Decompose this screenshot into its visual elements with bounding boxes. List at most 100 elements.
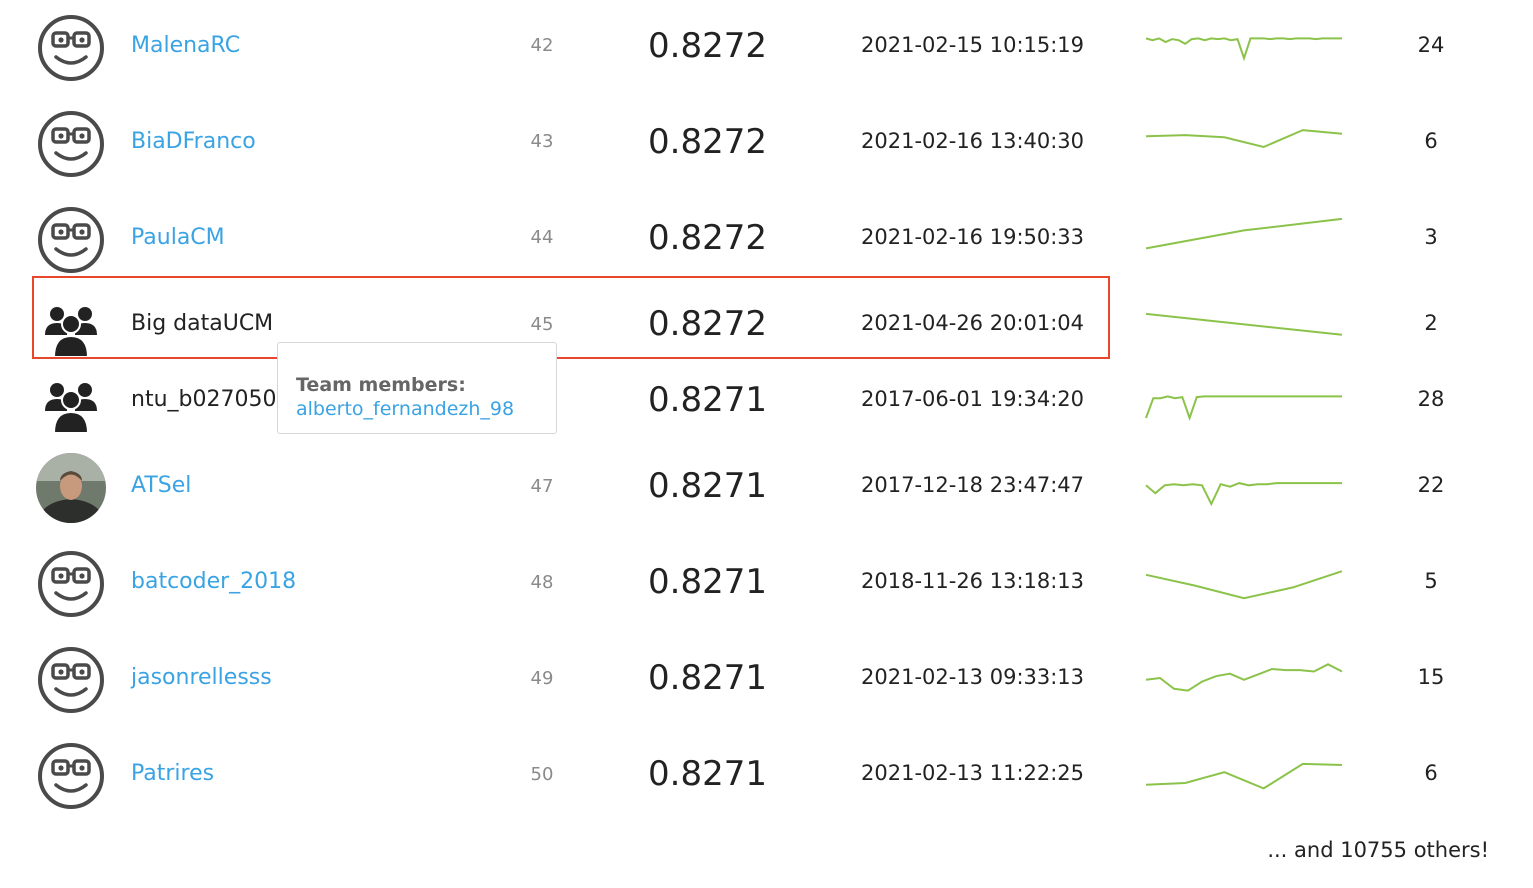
entries-count: 28 <box>1417 387 1445 411</box>
leaderboard-row: PaulaCM 44 0.8272 2021-02-16 19:50:33 3 <box>0 192 1533 288</box>
score: 0.8272 <box>648 218 767 258</box>
sparkline-svg <box>1145 395 1342 422</box>
score-trend-sparkline <box>1144 304 1344 344</box>
sparkline-line <box>1145 217 1343 250</box>
sparkline-svg <box>1145 570 1343 600</box>
sparkline-line <box>1145 37 1342 62</box>
sparkline-line <box>1145 570 1343 600</box>
sparkline-line <box>1145 395 1342 422</box>
entries-count: 3 <box>1424 225 1438 249</box>
leaderboard-row: BiaDFranco 43 0.8272 2021-02-16 13:40:30… <box>0 96 1533 192</box>
score-trend-sparkline <box>1144 214 1344 254</box>
entries-count: 6 <box>1424 761 1438 785</box>
rank: 47 <box>530 476 554 497</box>
rank: 42 <box>530 35 554 56</box>
user-photo-avatar[interactable] <box>36 453 106 523</box>
rank: 43 <box>530 131 554 152</box>
team-name-link[interactable]: jasonrellesss <box>131 665 272 690</box>
score: 0.8271 <box>648 466 767 506</box>
others-count-text: ... and 10755 others! <box>1267 838 1489 862</box>
team-icon[interactable] <box>36 367 106 437</box>
score: 0.8271 <box>648 380 767 420</box>
leaderboard-row: ntu_b027050 46 0.8271 2017-06-01 19:34:2… <box>0 354 1533 450</box>
glasses-smiley-icon-svg <box>38 111 104 177</box>
glasses-smiley-icon-svg <box>38 647 104 713</box>
team-member-link[interactable]: alberto_fernandezh_98 <box>296 397 538 421</box>
sparkline-line <box>1145 762 1343 790</box>
entries-count: 15 <box>1417 665 1445 689</box>
submission-date: 2021-02-15 10:15:19 <box>861 33 1085 57</box>
score: 0.8272 <box>648 26 767 66</box>
glasses-smiley-icon-svg <box>38 743 104 809</box>
submission-date: 2021-04-26 20:01:04 <box>861 311 1085 335</box>
team-icon-svg <box>45 383 97 434</box>
sparkline-svg <box>1145 762 1343 790</box>
score-trend-sparkline <box>1144 22 1344 62</box>
team-name[interactable]: ntu_b027050 <box>131 387 276 412</box>
glasses-smiley-icon-svg <box>38 551 104 617</box>
sparkline-line <box>1145 663 1343 692</box>
score-trend-sparkline <box>1144 466 1344 507</box>
entries-count: 6 <box>1424 129 1438 153</box>
glasses-smiley-icon[interactable] <box>36 13 106 83</box>
team-name-link[interactable]: batcoder_2018 <box>131 569 296 594</box>
rank: 50 <box>530 764 554 785</box>
entries-count: 5 <box>1424 569 1438 593</box>
score: 0.8271 <box>648 754 767 794</box>
sparkline-svg <box>1145 312 1343 336</box>
tooltip-title: Team members: <box>296 374 466 396</box>
team-name-link[interactable]: PaulaCM <box>131 225 225 250</box>
rank: 44 <box>530 227 554 248</box>
user-photo-avatar-svg <box>36 453 106 523</box>
entries-count: 24 <box>1417 33 1445 57</box>
rank: 49 <box>530 668 554 689</box>
glasses-smiley-icon[interactable] <box>36 645 106 715</box>
team-name-link[interactable]: MalenaRC <box>131 33 240 58</box>
glasses-smiley-icon[interactable] <box>36 549 106 619</box>
team-members-tooltip: Team members: alberto_fernandezh_98 <box>277 342 557 434</box>
score-trend-sparkline <box>1144 380 1344 422</box>
leaderboard-row: batcoder_2018 48 0.8271 2018-11-26 13:18… <box>0 536 1533 632</box>
submission-date: 2017-12-18 23:47:47 <box>861 473 1085 497</box>
score: 0.8272 <box>648 122 767 162</box>
score: 0.8272 <box>648 304 767 344</box>
sparkline-svg <box>1145 129 1343 149</box>
leaderboard-row: MalenaRC 42 0.8272 2021-02-15 10:15:19 2… <box>0 0 1533 96</box>
score-trend-sparkline <box>1144 118 1344 158</box>
sparkline-line <box>1145 312 1343 336</box>
rank: 48 <box>530 572 554 593</box>
team-icon-svg <box>45 307 97 358</box>
score: 0.8271 <box>648 658 767 698</box>
sparkline-svg <box>1145 482 1342 507</box>
sparkline-line <box>1145 482 1342 507</box>
entries-count: 2 <box>1424 311 1438 335</box>
sparkline-svg <box>1145 663 1343 692</box>
submission-date: 2021-02-13 11:22:25 <box>861 761 1085 785</box>
leaderboard-row: jasonrellesss 49 0.8271 2021-02-13 09:33… <box>0 632 1533 728</box>
glasses-smiley-icon[interactable] <box>36 109 106 179</box>
glasses-smiley-icon-svg <box>38 207 104 273</box>
team-name-link[interactable]: BiaDFranco <box>131 129 256 154</box>
score-trend-sparkline <box>1144 562 1344 602</box>
glasses-smiley-icon[interactable] <box>36 205 106 275</box>
submission-date: 2021-02-16 13:40:30 <box>861 129 1085 153</box>
sparkline-svg <box>1145 37 1342 62</box>
glasses-smiley-icon-svg <box>38 15 104 81</box>
glasses-smiley-icon[interactable] <box>36 741 106 811</box>
score-trend-sparkline <box>1144 658 1344 698</box>
leaderboard: MalenaRC 42 0.8272 2021-02-15 10:15:19 2… <box>0 0 1533 888</box>
leaderboard-row: ATSel 47 0.8271 2017-12-18 23:47:47 22 <box>0 440 1533 536</box>
team-name[interactable]: Big dataUCM <box>131 311 273 336</box>
submission-date: 2017-06-01 19:34:20 <box>861 387 1085 411</box>
rank: 45 <box>530 314 554 335</box>
score: 0.8271 <box>648 562 767 602</box>
team-icon[interactable] <box>36 291 106 361</box>
sparkline-svg <box>1145 217 1343 250</box>
submission-date: 2021-02-16 19:50:33 <box>861 225 1085 249</box>
submission-date: 2021-02-13 09:33:13 <box>861 665 1085 689</box>
team-name-link[interactable]: Patrires <box>131 761 214 786</box>
sparkline-line <box>1145 129 1343 149</box>
entries-count: 22 <box>1417 473 1445 497</box>
submission-date: 2018-11-26 13:18:13 <box>861 569 1085 593</box>
team-name-link[interactable]: ATSel <box>131 473 191 498</box>
